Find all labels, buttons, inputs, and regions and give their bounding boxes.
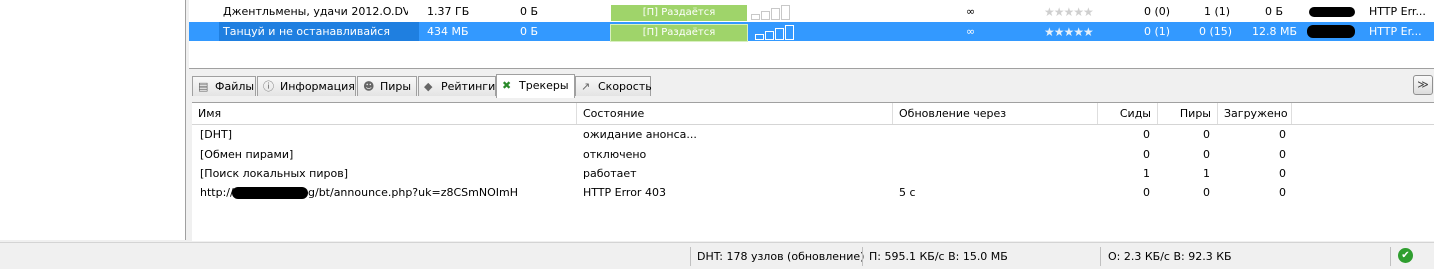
- tracker-seeds: 1: [1143, 167, 1150, 180]
- tab-label: Скорость: [598, 80, 652, 93]
- tracker-url-prefix: http://: [200, 186, 234, 199]
- download-rate[interactable]: П: 595.1 КБ/с В: 15.0 МБ: [869, 247, 1008, 266]
- tracker-name: [Поиск локальных пиров]: [200, 167, 349, 180]
- torrent-eta: ∞: [966, 5, 976, 18]
- tab-trackers[interactable]: ✖ Трекеры: [496, 74, 575, 98]
- details-tabbar: ▤ Файлы ⓘ Информация ☻ Пиры ◆ Рейтинги ✖…: [189, 74, 1434, 98]
- redaction: [1307, 25, 1355, 38]
- tab-speed[interactable]: ↗ Скорость: [575, 76, 652, 96]
- torrent-row[interactable]: Джентльмены, удачи 2012.O.DV... 1.37 ГБ …: [189, 2, 1434, 21]
- trackers-table: Имя Состояние Обновление через Сиды Пиры…: [192, 102, 1434, 241]
- torrent-tracker: HTTP Er...: [1369, 25, 1422, 38]
- tracker-state: отключено: [583, 148, 647, 161]
- collapse-panel-button[interactable]: ≫: [1413, 75, 1433, 95]
- divider: [690, 247, 691, 266]
- upload-rate[interactable]: О: 2.3 КБ/с В: 92.3 КБ: [1108, 247, 1232, 266]
- tracker-state: ожидание анонса...: [583, 128, 697, 141]
- left-category-pane: [0, 0, 186, 240]
- column-header-peers[interactable]: Пиры: [1158, 103, 1218, 124]
- column-header-downloaded[interactable]: Загружено: [1218, 103, 1292, 124]
- divider: [1390, 247, 1391, 266]
- tab-label: Рейтинги: [441, 80, 496, 93]
- tab-label: Файлы: [215, 80, 255, 93]
- redaction: [232, 187, 308, 199]
- divider: [1100, 247, 1101, 266]
- trackers-icon: ✖: [502, 79, 512, 92]
- column-header-seeds[interactable]: Сиды: [1098, 103, 1158, 124]
- column-header-name[interactable]: Имя: [192, 103, 577, 124]
- info-icon: ⓘ: [263, 80, 274, 93]
- tracker-name: [Обмен пирами]: [200, 148, 294, 161]
- rating-stars-icon[interactable]: ★★★★★: [1044, 25, 1093, 39]
- torrent-seeds: 0 (0): [1144, 5, 1171, 18]
- tracker-downloaded: 0: [1279, 186, 1286, 199]
- tracker-peers: 0: [1203, 128, 1210, 141]
- tab-info[interactable]: ⓘ Информация: [257, 76, 356, 96]
- torrent-row-selected[interactable]: Танцуй и не останавливайся 434 МБ 0 Б [П…: [189, 22, 1434, 42]
- torrent-name: Танцуй и не останавливайся: [219, 22, 419, 41]
- tracker-peers: 0: [1203, 186, 1210, 199]
- table-header: Имя Состояние Обновление через Сиды Пиры…: [192, 103, 1434, 125]
- availability-icon: [751, 5, 793, 20]
- torrent-done: 0 Б: [520, 25, 539, 38]
- torrent-uploaded: 0 Б: [1265, 5, 1284, 18]
- tab-label: Пиры: [380, 80, 412, 93]
- tracker-seeds: 0: [1143, 186, 1150, 199]
- speed-icon: ↗: [581, 80, 591, 93]
- torrent-seeds: 0 (1): [1144, 25, 1171, 38]
- tab-ratings[interactable]: ◆ Рейтинги: [418, 76, 496, 96]
- torrent-size: 1.37 ГБ: [427, 5, 470, 18]
- tab-label: Информация: [280, 80, 355, 93]
- torrent-peers: 1 (1): [1204, 5, 1231, 18]
- tab-files[interactable]: ▤ Файлы: [192, 76, 256, 96]
- peers-icon: ☻: [363, 80, 375, 93]
- tracker-seeds: 0: [1143, 148, 1150, 161]
- torrent-tracker: HTTP Err...: [1369, 5, 1426, 18]
- tracker-name: g/bt/announce.php?uk=z8CSmNOImH: [308, 186, 518, 199]
- torrent-name: Джентльмены, удачи 2012.O.DV...: [223, 5, 408, 18]
- tracker-downloaded: 0: [1279, 128, 1286, 141]
- tracker-downloaded: 0: [1279, 167, 1286, 180]
- torrent-status: [П] Раздаётся: [611, 5, 747, 21]
- tracker-seeds: 0: [1143, 128, 1150, 141]
- availability-icon: [755, 25, 797, 40]
- column-header-update[interactable]: Обновление через: [893, 103, 1098, 124]
- column-header-state[interactable]: Состояние: [577, 103, 893, 124]
- rating-stars-icon[interactable]: ★★★★★: [1044, 5, 1093, 19]
- dht-status[interactable]: DHT: 178 узлов (обновление): [697, 247, 864, 266]
- tracker-state: работает: [583, 167, 637, 180]
- tracker-downloaded: 0: [1279, 148, 1286, 161]
- torrent-size: 434 МБ: [427, 25, 469, 38]
- torrent-uploaded: 12.8 МБ: [1252, 25, 1298, 38]
- ratings-icon: ◆: [424, 80, 433, 93]
- tab-peers[interactable]: ☻ Пиры: [357, 76, 417, 96]
- connection-ok-icon[interactable]: ✔: [1398, 248, 1413, 263]
- files-icon: ▤: [198, 80, 209, 93]
- torrent-list: Джентльмены, удачи 2012.O.DV... 1.37 ГБ …: [189, 0, 1434, 69]
- torrent-peers: 0 (15): [1199, 25, 1233, 38]
- status-bar: DHT: 178 узлов (обновление) П: 595.1 КБ/…: [0, 242, 1434, 269]
- tracker-peers: 1: [1203, 167, 1210, 180]
- torrent-eta: ∞: [966, 25, 976, 38]
- torrent-status: [П] Раздаётся: [610, 24, 748, 42]
- divider: [862, 247, 863, 266]
- redaction: [1309, 7, 1355, 17]
- tracker-update: 5 с: [899, 186, 916, 199]
- tab-label: Трекеры: [519, 79, 569, 92]
- tracker-peers: 0: [1203, 148, 1210, 161]
- tracker-name: [DHT]: [200, 128, 233, 141]
- tracker-state: HTTP Error 403: [583, 186, 666, 199]
- torrent-done: 0 Б: [520, 5, 539, 18]
